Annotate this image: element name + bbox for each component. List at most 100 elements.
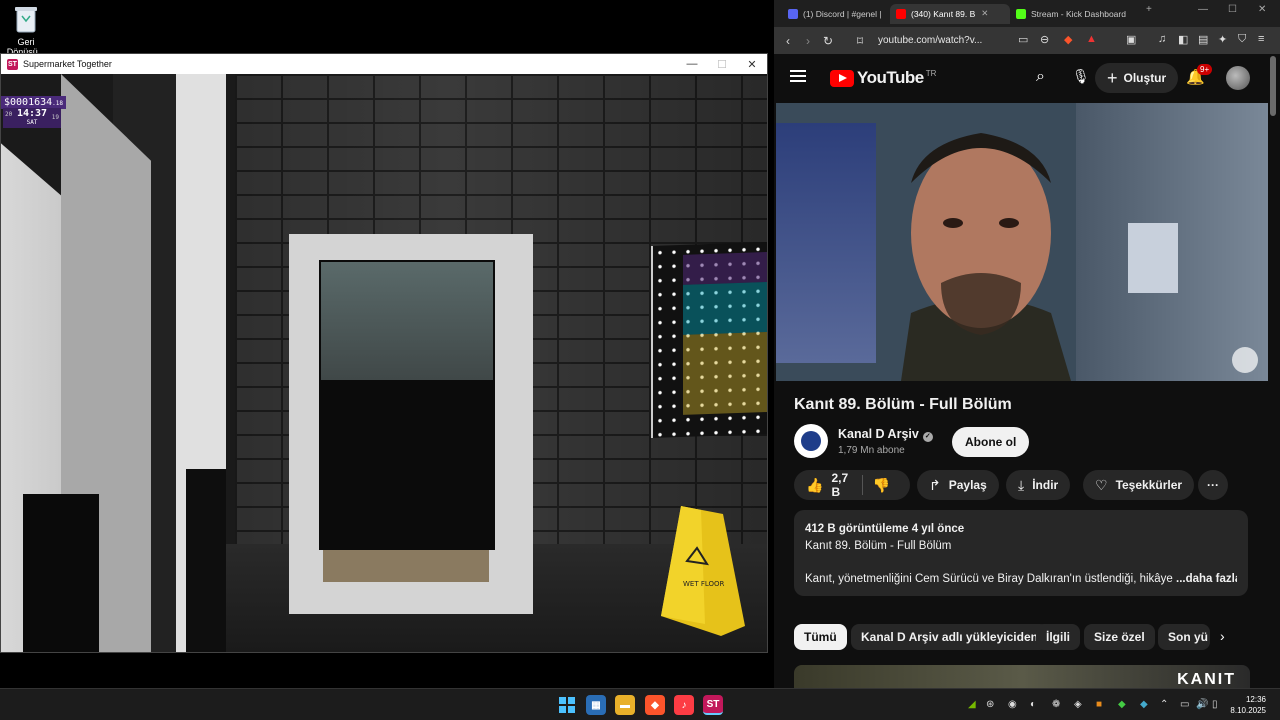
vpn-icon[interactable]: ⛉ [1238, 33, 1246, 46]
tray-app-icon[interactable]: ■ [1096, 699, 1102, 710]
music-icon[interactable]: ♪ [674, 695, 694, 715]
tray-app-icon[interactable]: ◆ [1118, 699, 1126, 710]
like-dislike-group: 👍 2,7 B 👎 [794, 470, 910, 500]
network-icon[interactable]: ▭ [1180, 699, 1189, 710]
volume-icon[interactable]: 🔊 [1196, 699, 1208, 710]
tab-search-icon[interactable]: ▣ [1126, 33, 1136, 46]
maximize-button[interactable]: ☐ [707, 54, 737, 74]
door-step [323, 550, 489, 582]
system-clock[interactable]: 12:36 8.10.2025 [1230, 694, 1266, 716]
minimize-browser-button[interactable]: — [1198, 4, 1208, 15]
tray-app-icon[interactable]: ⊛ [986, 699, 994, 710]
brave-shield-icon[interactable]: ◆ [1064, 33, 1072, 46]
more-actions-button[interactable]: ··· [1198, 470, 1228, 500]
share-icon: ↱ [929, 476, 941, 493]
bookmark-icon[interactable]: ⌑ [850, 34, 870, 48]
tray-app-icon[interactable]: ◆ [1140, 699, 1148, 710]
money-suffix: .18 [52, 100, 64, 107]
show-more-link[interactable]: ...daha fazla [1176, 573, 1237, 585]
thanks-button[interactable]: ♡ Teşekkürler [1083, 470, 1195, 500]
cast-icon[interactable]: ▭ [1018, 33, 1028, 46]
thanks-icon: ♡ [1095, 476, 1108, 493]
minimize-button[interactable]: — [677, 54, 707, 74]
close-tab-icon[interactable]: ✕ [981, 8, 988, 19]
create-button[interactable]: + Oluştur [1095, 63, 1179, 93]
leo-ai-icon[interactable]: ✦ [1218, 33, 1227, 46]
share-label: Paylaş [948, 478, 987, 492]
chevron-right-icon[interactable]: › [1220, 628, 1225, 644]
chip-for-you[interactable]: Size özel [1084, 624, 1155, 650]
recommended-video-thumbnail[interactable]: KANIT [794, 665, 1250, 688]
subscribe-button[interactable]: Abone ol [952, 427, 1030, 457]
channel-name[interactable]: Kanal D Arşiv ✓ [838, 427, 933, 442]
tab-discord[interactable]: (1) Discord | #genel | [782, 4, 890, 24]
microphone-icon[interactable]: 🎙 [1072, 68, 1090, 85]
close-browser-button[interactable]: ✕ [1258, 4, 1266, 15]
download-button[interactable]: ⤓ İndir [1006, 470, 1071, 500]
share-button[interactable]: ↱ Paylaş [917, 470, 999, 500]
channel-avatar[interactable] [794, 424, 828, 458]
search-icon[interactable]: ⌕ [1036, 68, 1045, 86]
youtube-logo[interactable]: YouTube TR [830, 68, 936, 88]
description-box[interactable]: 412 B görüntüleme 4 yıl önce Kanıt 89. B… [794, 510, 1248, 596]
clock-date: 8.10.2025 [1230, 706, 1266, 715]
game-titlebar[interactable]: ST Supermarket Together — ☐ ✕ [1, 54, 767, 74]
recycle-bin-shortcut[interactable]: Geri Dönüşü... [6, 4, 46, 57]
chip-related[interactable]: İlgili [1036, 624, 1080, 650]
clock-time: 12:36 [1245, 695, 1266, 704]
dislike-icon[interactable]: 👎 [873, 477, 890, 494]
file-explorer-icon[interactable]: ▬ [615, 695, 635, 715]
tab-kick[interactable]: Stream - Kick Dashboard [1010, 4, 1130, 24]
youtube-tab-icon [896, 8, 906, 19]
outside-view [321, 262, 493, 380]
rewards-icon[interactable]: ▲ [1086, 33, 1097, 45]
supermarket-together-taskbar-icon[interactable]: ST [703, 695, 723, 715]
brave-browser-icon[interactable]: ◆ [645, 695, 665, 715]
media-icon[interactable]: ♫ [1158, 33, 1166, 45]
windows-start-icon[interactable] [557, 695, 577, 715]
video-player[interactable] [776, 103, 1268, 381]
menu-icon[interactable]: ≡ [1258, 33, 1264, 45]
scrollbar[interactable] [1270, 56, 1276, 116]
game-window[interactable]: ST Supermarket Together — ☐ ✕ WET FLOOR … [0, 53, 768, 653]
tray-app-icon[interactable]: ❁ [1052, 699, 1060, 710]
tab-strip: (1) Discord | #genel | (340) Kanıt 89. B… [774, 0, 1280, 27]
subscriber-count: 1,79 Mn abone [838, 445, 905, 456]
like-count[interactable]: 2,7 B [831, 471, 851, 499]
forward-icon[interactable]: › [798, 34, 818, 48]
like-icon[interactable]: 👍 [806, 477, 823, 494]
video-frame-person [901, 133, 1071, 381]
reload-icon[interactable]: ↻ [818, 34, 838, 48]
thumbnail-text: KANIT [1177, 671, 1236, 688]
zoom-icon[interactable]: ⊖ [1040, 33, 1049, 46]
game-viewport[interactable]: WET FLOOR $0001634.18 20 14:37 SAT 19 [1, 74, 767, 652]
chip-all[interactable]: Tümü [794, 624, 847, 650]
back-icon[interactable]: ‹ [778, 34, 798, 48]
chip-from-uploader[interactable]: Kanal D Arşiv adlı yükleyiciden [851, 624, 1048, 650]
url-field[interactable]: youtube.com/watch?v... [878, 35, 982, 46]
nvidia-icon[interactable]: ◢ [968, 699, 976, 710]
clock-right-value: 19 [51, 114, 59, 121]
sidebar-icon[interactable]: ◧ [1178, 33, 1188, 46]
chip-recent[interactable]: Son yü [1158, 624, 1210, 650]
widgets-icon[interactable]: ▦ [586, 695, 606, 715]
wet-floor-sign[interactable]: WET FLOOR [661, 506, 745, 636]
new-tab-button[interactable]: + [1146, 4, 1152, 15]
close-button[interactable]: ✕ [737, 54, 767, 74]
maximize-browser-button[interactable]: ☐ [1228, 4, 1237, 15]
chevron-up-icon[interactable]: ⌃ [1160, 699, 1168, 710]
youtube-play-icon [830, 69, 854, 87]
storage-shelf-panel[interactable] [651, 241, 767, 439]
browser-window[interactable]: (1) Discord | #genel | (340) Kanıt 89. B… [774, 0, 1280, 688]
money-value: $0001634 [4, 97, 53, 108]
tray-app-icon[interactable]: ◈ [1074, 699, 1082, 710]
tray-app-icon[interactable]: ◐ [1030, 699, 1036, 710]
battery-icon[interactable]: ▯ [1212, 699, 1218, 710]
wallet-icon[interactable]: ▤ [1198, 33, 1208, 46]
tab-youtube[interactable]: (340) Kanıt 89. B ✕ [890, 3, 1010, 24]
shelf-section-yellow [683, 331, 767, 415]
avatar[interactable] [1226, 66, 1250, 90]
hamburger-menu-icon[interactable] [790, 70, 806, 82]
steam-icon[interactable]: ◉ [1008, 699, 1017, 710]
pillar-shadow [186, 469, 226, 652]
